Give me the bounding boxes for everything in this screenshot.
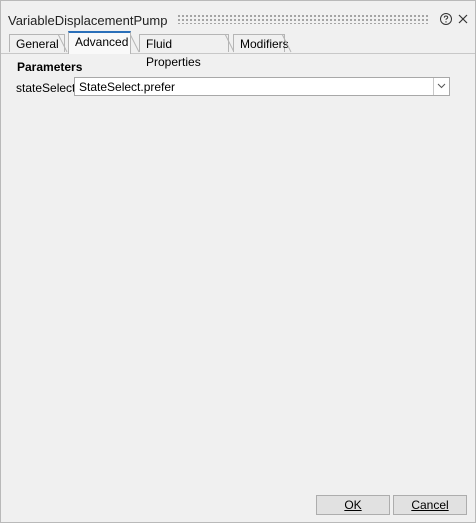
- cancel-button[interactable]: Cancel: [393, 495, 467, 515]
- tab-advanced[interactable]: Advanced: [68, 31, 131, 54]
- tab-modifiers[interactable]: Modifiers: [233, 34, 289, 52]
- window-title: VariableDisplacementPump: [8, 13, 168, 28]
- tab-label: General: [16, 37, 59, 51]
- dialog-window: VariableDisplacementPump General Advance…: [0, 0, 476, 523]
- chevron-down-icon: [437, 83, 446, 89]
- help-icon[interactable]: [439, 12, 453, 26]
- ok-button-label: OK: [344, 498, 362, 512]
- close-icon[interactable]: [456, 12, 470, 26]
- parameters-heading: Parameters: [17, 60, 83, 74]
- state-select-value: StateSelect.prefer: [79, 80, 176, 94]
- tab-general[interactable]: General: [9, 34, 65, 52]
- tab-fluid-properties[interactable]: Fluid Properties: [139, 34, 229, 69]
- drag-grip[interactable]: [177, 14, 429, 24]
- state-select-dropdown[interactable]: StateSelect.prefer: [74, 77, 450, 96]
- dropdown-button[interactable]: [433, 78, 449, 95]
- advanced-panel: Parameters stateSelect StateSelect.prefe…: [11, 54, 465, 492]
- tab-strip: General Advanced Fluid Properties Modifi…: [1, 31, 475, 69]
- tab-divider: [282, 34, 292, 53]
- tab-divider: [58, 34, 68, 53]
- title-bar[interactable]: VariableDisplacementPump: [1, 1, 475, 31]
- cancel-button-label: Cancel: [411, 498, 449, 512]
- state-select-label: stateSelect: [16, 81, 76, 95]
- ok-button[interactable]: OK: [316, 495, 390, 515]
- tab-label: Advanced: [75, 35, 129, 49]
